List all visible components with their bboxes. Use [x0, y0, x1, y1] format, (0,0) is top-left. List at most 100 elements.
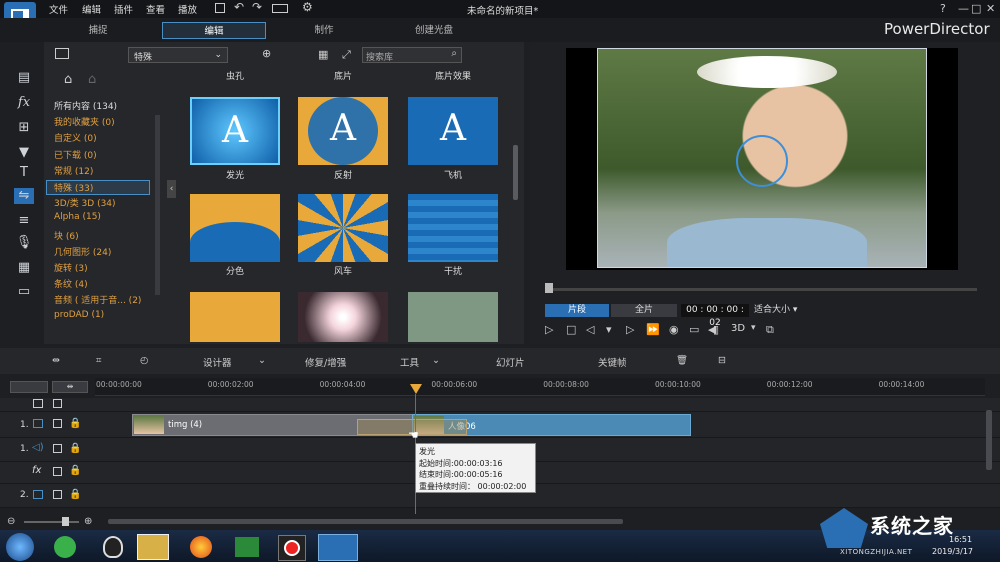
zoom-slider-handle[interactable]	[62, 517, 69, 526]
fx-room-icon[interactable]: fx	[14, 95, 34, 111]
anchor-crosshair-icon[interactable]	[736, 135, 788, 187]
audio-mixer-icon[interactable]: ≡	[14, 213, 34, 229]
track-1-checkbox[interactable]	[53, 419, 62, 428]
transition-room-icon[interactable]: ⇋	[14, 188, 34, 204]
redo-icon[interactable]: ↷	[252, 0, 262, 14]
track-2-lock-icon[interactable]: 🔒	[69, 489, 81, 500]
fx-lock-icon[interactable]: 🔒	[69, 465, 81, 476]
zoom-out-icon[interactable]: ⊖	[7, 516, 15, 527]
minimize-button[interactable]: —	[958, 2, 969, 15]
undo-icon[interactable]: ↶	[234, 0, 244, 14]
taskbar-powerdirector-icon[interactable]	[318, 534, 358, 561]
effect-thumb-plane[interactable]: A	[408, 97, 498, 165]
speed-icon[interactable]: ◴	[140, 355, 148, 366]
zoom-slider-track[interactable]	[24, 521, 79, 523]
library-scrollbar[interactable]	[513, 145, 518, 200]
taskbar-media-icon[interactable]	[235, 537, 259, 557]
fast-forward-icon[interactable]: ⏩	[646, 323, 660, 336]
play-icon[interactable]: ▷	[545, 323, 553, 336]
more-icon[interactable]: ⊟	[718, 355, 726, 366]
timeline-hscroll[interactable]	[108, 519, 623, 524]
category-item[interactable]: 自定义 (0)	[54, 131, 97, 144]
tag-icon[interactable]: ⌂	[64, 72, 72, 87]
snapshot-icon[interactable]: ◉	[669, 323, 679, 336]
tab-create-disc[interactable]: 创建光盘	[382, 22, 486, 39]
next-frame-icon[interactable]: ▷	[626, 323, 634, 336]
category-item[interactable]: 块 (6)	[54, 229, 79, 242]
settings-icon[interactable]: ⚙	[302, 0, 313, 14]
effect-thumb-row3-c[interactable]	[408, 292, 498, 342]
pip-room-icon[interactable]: ⊞	[14, 120, 34, 136]
tab-movie[interactable]: 全片	[611, 304, 677, 317]
maximize-button[interactable]: □	[971, 2, 981, 15]
split-icon[interactable]: ▾	[606, 323, 612, 336]
category-item[interactable]: 旋转 (3)	[54, 261, 88, 274]
effect-thumb-split-color[interactable]	[190, 194, 280, 262]
keyframe-button[interactable]: 关键帧	[598, 355, 627, 369]
category-item[interactable]: 3D/类 3D (34)	[54, 196, 116, 209]
category-item[interactable]: 我的收藏夹 (0)	[54, 115, 115, 128]
preview-scrubber-track[interactable]	[545, 288, 977, 291]
prev-frame-icon[interactable]: ◁	[586, 323, 594, 336]
menu-view[interactable]: 查看	[146, 2, 165, 16]
timeline-view-button[interactable]	[10, 381, 48, 393]
aspect-icon[interactable]	[272, 4, 288, 13]
chevron-down-icon[interactable]: ▾	[751, 323, 756, 333]
category-item[interactable]: 所有内容 (134)	[54, 99, 117, 112]
audio-track-1-lock-icon[interactable]: 🔒	[69, 443, 81, 454]
media-room-icon[interactable]: ▤	[14, 70, 34, 86]
library-search-box[interactable]: 搜索库 ⌕	[362, 47, 462, 63]
effect-thumb-row3-b[interactable]	[298, 292, 388, 342]
master-checkbox[interactable]	[53, 399, 62, 408]
mode-3d-button[interactable]: 3D	[731, 323, 745, 334]
track-1-lock-icon[interactable]: 🔒	[69, 418, 81, 429]
preview-scrubber-handle[interactable]	[545, 283, 553, 293]
fit-timeline-button[interactable]: ⇹	[52, 381, 88, 393]
category-item[interactable]: 已下载 (0)	[54, 148, 97, 161]
grid-view-icon[interactable]: ▦	[318, 48, 328, 61]
category-scrollbar[interactable]	[155, 115, 160, 295]
help-button[interactable]: ?	[940, 2, 946, 15]
taskbar-360-icon[interactable]	[54, 536, 76, 558]
zoom-in-icon[interactable]: ⊕	[84, 516, 92, 527]
category-item[interactable]: 条纹 (4)	[54, 277, 88, 290]
tools-button[interactable]: 工具	[400, 355, 419, 369]
start-button[interactable]	[6, 533, 34, 561]
taskbar-explorer-icon[interactable]	[137, 534, 169, 560]
tab-produce[interactable]: 制作	[272, 22, 376, 39]
category-item[interactable]: 常规 (12)	[54, 164, 93, 177]
crop-icon[interactable]: ⌗	[96, 355, 101, 366]
menu-plugins[interactable]: 插件	[114, 2, 133, 16]
fx-checkbox[interactable]	[53, 467, 62, 476]
tag-remove-icon[interactable]: ⌂	[88, 72, 96, 87]
menu-play[interactable]: 播放	[178, 2, 197, 16]
subtitle-icon[interactable]: ▭	[689, 323, 699, 336]
expand-icon[interactable]: ⤢	[342, 48, 351, 62]
slideshow-button[interactable]: 幻灯片	[496, 355, 525, 369]
designer-button[interactable]: 设计器	[203, 355, 232, 369]
particle-room-icon[interactable]: ▼	[14, 145, 34, 161]
fix-enhance-button[interactable]: 修复/增强	[305, 355, 346, 369]
category-item[interactable]: 特殊 (33)	[46, 180, 150, 195]
timecode-display[interactable]: 00 : 00 : 00 : 02	[681, 304, 749, 328]
effect-thumb-glow[interactable]: A	[190, 97, 280, 165]
chapter-room-icon[interactable]: ▦	[14, 260, 34, 276]
trash-icon[interactable]: 🗑	[676, 355, 688, 366]
tab-clip[interactable]: 片段	[545, 304, 609, 317]
tab-capture[interactable]: 捕捉	[46, 22, 150, 39]
category-item[interactable]: proDAD (1)	[54, 310, 104, 320]
tab-edit[interactable]: 编辑	[162, 22, 266, 39]
undock-icon[interactable]: ⧉	[766, 323, 774, 337]
subtitle-room-icon[interactable]: ▭	[14, 284, 34, 300]
category-item[interactable]: 音频 ( 适用于音... (2)	[54, 293, 141, 306]
save-icon[interactable]	[215, 3, 225, 13]
voice-over-icon[interactable]: 🎙	[14, 235, 34, 251]
search-icon[interactable]: ⌕	[451, 48, 457, 59]
category-item[interactable]: 几何图形 (24)	[54, 245, 111, 258]
effect-thumb-windmill[interactable]	[298, 194, 388, 262]
audio-track-1-checkbox[interactable]	[53, 444, 62, 453]
library-filter-select[interactable]: 特殊 ⌄	[128, 47, 228, 63]
effect-thumb-reflect[interactable]: A	[298, 97, 388, 165]
collapse-library-button[interactable]: ‹	[167, 180, 176, 198]
taskbar-qq-icon[interactable]	[103, 536, 123, 558]
